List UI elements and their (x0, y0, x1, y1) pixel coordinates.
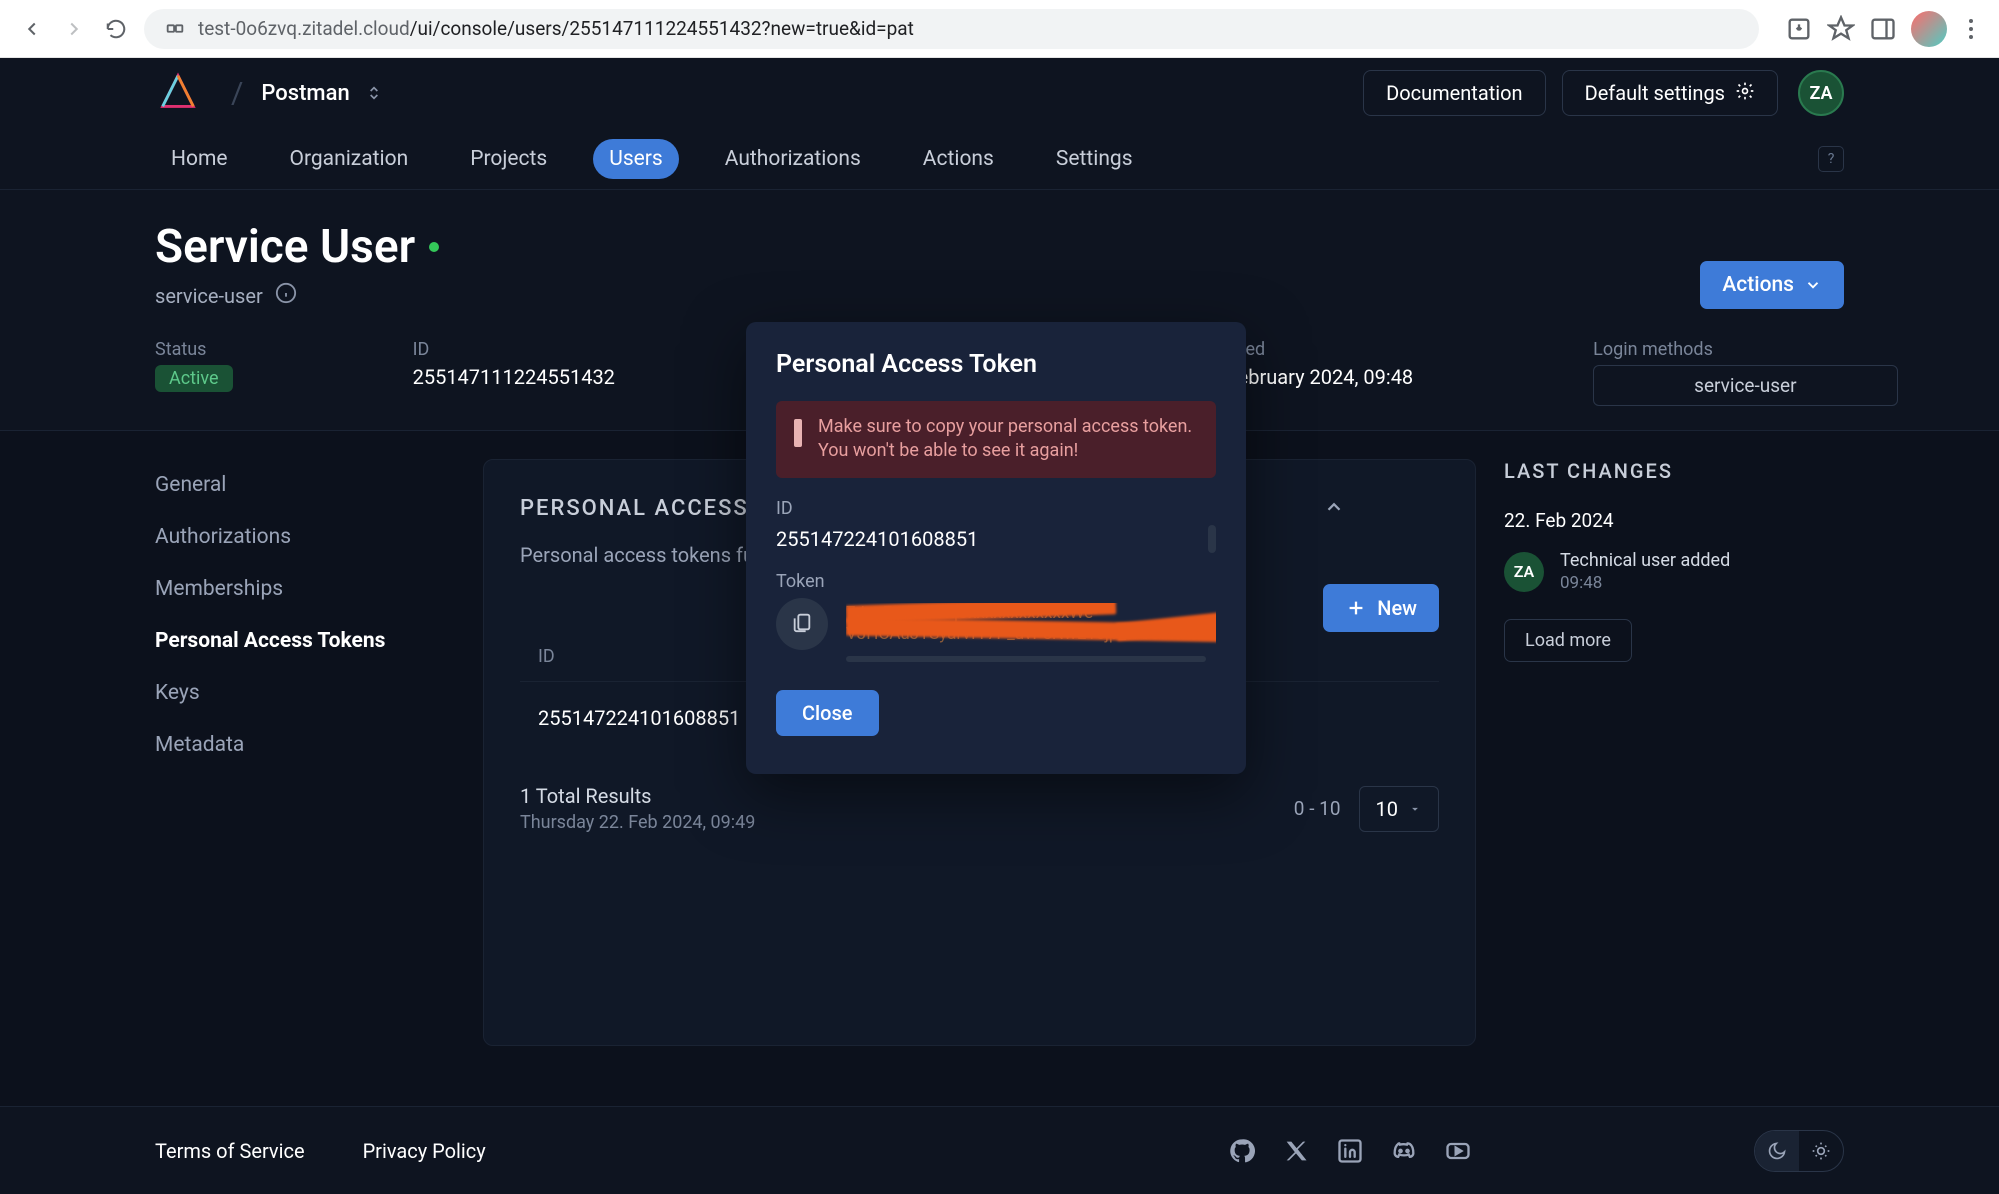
sidebar-item-authorizations[interactable]: Authorizations (155, 511, 455, 563)
gear-icon (1735, 81, 1755, 106)
clipboard-icon (791, 611, 813, 637)
status-dot-icon (429, 242, 439, 252)
stat-status: Status Active (155, 339, 233, 406)
close-button[interactable]: Close (776, 690, 879, 736)
sidebar-item-memberships[interactable]: Memberships (155, 563, 455, 615)
org-picker[interactable]: Postman (261, 81, 381, 106)
nav-settings[interactable]: Settings (1040, 139, 1149, 179)
modal-id-label: ID (776, 498, 1216, 519)
change-item: ZA Technical user added 09:48 (1504, 550, 1844, 593)
dark-mode-button[interactable] (1755, 1131, 1799, 1171)
slash-separator: / (231, 76, 243, 111)
load-more-button[interactable]: Load more (1504, 619, 1632, 662)
theme-toggle[interactable] (1754, 1130, 1844, 1172)
main-area: General Authorizations Memberships Perso… (0, 430, 1999, 1106)
main-nav: Home Organization Projects Users Authori… (0, 128, 1999, 190)
profile-avatar[interactable] (1911, 11, 1947, 47)
pat-modal: Personal Access Token Make sure to copy … (746, 322, 1246, 774)
documentation-link[interactable]: Documentation (1363, 70, 1546, 116)
install-app-icon[interactable] (1785, 15, 1813, 43)
actions-button[interactable]: Actions (1700, 261, 1844, 309)
social-links (1226, 1135, 1474, 1167)
detail-sidebar: General Authorizations Memberships Perso… (155, 459, 455, 1046)
logo[interactable] (155, 70, 201, 116)
forward-button[interactable] (60, 15, 88, 43)
change-date: 22. Feb 2024 (1504, 509, 1844, 532)
app-header: / Postman Documentation Default settings… (0, 58, 1999, 128)
privacy-link[interactable]: Privacy Policy (363, 1139, 486, 1163)
browser-chrome: test-0o6zvq.zitadel.cloud/ui/console/use… (0, 0, 1999, 58)
back-button[interactable] (18, 15, 46, 43)
warning-box: Make sure to copy your personal access t… (776, 401, 1216, 478)
last-changes-panel: LAST CHANGES 22. Feb 2024 ZA Technical u… (1504, 459, 1844, 1046)
sidebar-item-pat[interactable]: Personal Access Tokens (155, 615, 455, 667)
linkedin-icon[interactable] (1334, 1135, 1366, 1167)
info-icon[interactable] (275, 282, 297, 309)
page-subtitle: service-user (155, 282, 1700, 309)
stat-id: ID 255147111224551432 (413, 339, 615, 406)
panel-icon[interactable] (1869, 15, 1897, 43)
sidebar-item-keys[interactable]: Keys (155, 667, 455, 719)
modal-title: Personal Access Token (776, 350, 1216, 379)
nav-actions[interactable]: Actions (907, 139, 1010, 179)
nav-home[interactable]: Home (155, 139, 244, 179)
sidebar-item-general[interactable]: General (155, 459, 455, 511)
bookmark-icon[interactable] (1827, 15, 1855, 43)
collapse-icon[interactable] (1323, 496, 1439, 522)
token-value: 7JxaEpxcEJXqSxxxxxxxxxxxxWe- VJHCAuJTSya… (846, 603, 1216, 645)
url-text: test-0o6zvq.zitadel.cloud/ui/console/use… (198, 17, 914, 40)
help-button[interactable]: ? (1818, 146, 1844, 172)
site-info-icon[interactable] (164, 18, 186, 40)
modal-token-label: Token (776, 571, 1216, 592)
org-name: Postman (261, 81, 349, 106)
login-method-box[interactable]: service-user (1593, 365, 1897, 406)
youtube-icon[interactable] (1442, 1135, 1474, 1167)
page-range: 0 - 10 (1294, 797, 1341, 820)
github-icon[interactable] (1226, 1135, 1258, 1167)
status-badge: Active (155, 365, 233, 392)
scrollbar[interactable] (1208, 525, 1216, 553)
user-avatar[interactable]: ZA (1798, 70, 1844, 116)
last-changes-title: LAST CHANGES (1504, 459, 1844, 483)
table-footer: 1 Total Results Thursday 22. Feb 2024, 0… (520, 784, 1439, 833)
change-time: 09:48 (1560, 573, 1730, 593)
app-footer: Terms of Service Privacy Policy (0, 1106, 1999, 1194)
warning-icon (794, 419, 802, 447)
nav-organization[interactable]: Organization (274, 139, 425, 179)
change-avatar: ZA (1504, 552, 1544, 592)
token-scrollbar[interactable] (846, 656, 1206, 662)
stat-login: Login methods service-user (1593, 339, 1897, 406)
page-title: Service User (155, 220, 1700, 274)
nav-authorizations[interactable]: Authorizations (709, 139, 877, 179)
app: / Postman Documentation Default settings… (0, 58, 1999, 1194)
default-settings-button[interactable]: Default settings (1562, 70, 1778, 116)
new-button[interactable]: New (1323, 584, 1439, 632)
results-time: Thursday 22. Feb 2024, 09:49 (520, 812, 755, 833)
modal-id-value: 255147224101608851 (776, 527, 978, 551)
light-mode-button[interactable] (1799, 1131, 1843, 1171)
page-size-dropdown[interactable]: 10 (1359, 786, 1439, 832)
warning-text: Make sure to copy your personal access t… (818, 415, 1198, 464)
nav-projects[interactable]: Projects (454, 139, 563, 179)
discord-icon[interactable] (1388, 1135, 1420, 1167)
address-bar[interactable]: test-0o6zvq.zitadel.cloud/ui/console/use… (144, 9, 1759, 49)
copy-token-button[interactable] (776, 598, 828, 650)
sidebar-item-metadata[interactable]: Metadata (155, 719, 455, 771)
results-count: 1 Total Results (520, 784, 755, 808)
content-panel: PERSONAL ACCESS TOKENS Personal access t… (483, 459, 1476, 1046)
page-header: Service User service-user Actions (0, 190, 1999, 329)
x-icon[interactable] (1280, 1135, 1312, 1167)
change-title: Technical user added (1560, 550, 1730, 571)
reload-button[interactable] (102, 15, 130, 43)
nav-users[interactable]: Users (593, 139, 679, 179)
tos-link[interactable]: Terms of Service (155, 1139, 305, 1163)
menu-icon[interactable] (1961, 19, 1981, 39)
